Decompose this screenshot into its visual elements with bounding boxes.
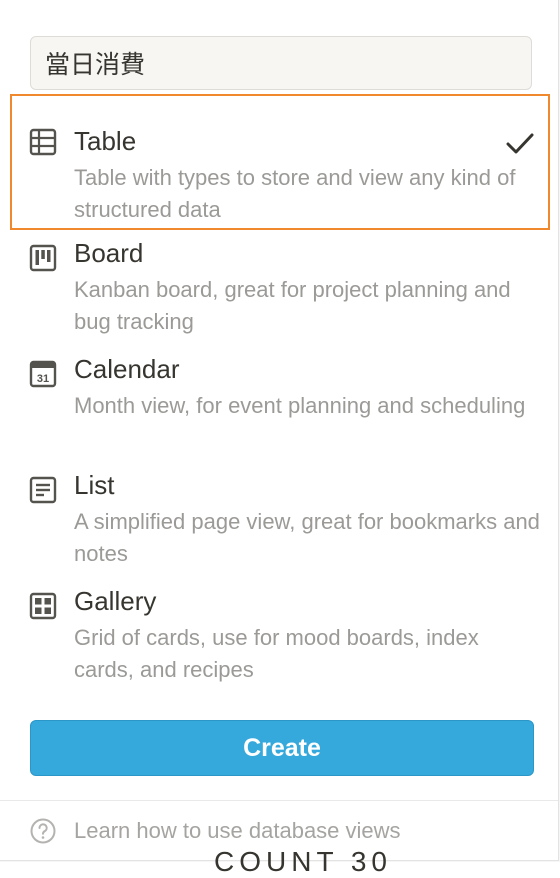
help-link-label: Learn how to use database views: [74, 818, 401, 843]
gallery-icon: [29, 592, 57, 620]
table-icon: [29, 128, 57, 156]
view-option-gallery[interactable]: Gallery Grid of cards, use for mood boar…: [10, 558, 550, 684]
create-button[interactable]: Create: [30, 720, 534, 776]
view-option-title: Gallery: [74, 586, 157, 616]
calendar-icon-day: 31: [37, 373, 49, 385]
view-option-calendar[interactable]: 31 Calendar Month view, for event planni…: [10, 326, 550, 442]
view-option-description: Month view, for event planning and sched…: [74, 393, 526, 418]
new-view-popup: Table Table with types to store and view…: [0, 0, 559, 861]
view-option-board[interactable]: Board Kanban board, great for project pl…: [10, 210, 550, 334]
divider: [0, 800, 558, 801]
view-name-input[interactable]: [30, 36, 532, 90]
view-option-title: Board: [74, 238, 144, 268]
background-count-text: COUNT 30: [214, 846, 392, 877]
question-icon: [30, 818, 56, 844]
calendar-icon: 31: [29, 360, 57, 388]
view-option-title: Calendar: [74, 354, 180, 384]
view-option-list[interactable]: List A simplified page view, great for b…: [10, 442, 550, 566]
checkmark-icon: [506, 133, 534, 154]
view-option-title: Table: [74, 126, 137, 156]
help-link[interactable]: Learn how to use database views: [30, 816, 401, 846]
board-icon: [29, 244, 57, 272]
view-option-description: Grid of cards, use for mood boards, inde…: [74, 625, 479, 682]
view-option-title: List: [74, 470, 115, 500]
list-icon: [29, 476, 57, 504]
